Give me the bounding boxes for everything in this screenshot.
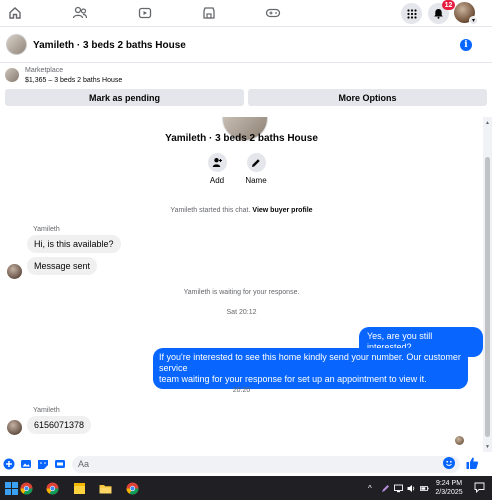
chrome-icon[interactable] bbox=[126, 482, 139, 495]
notification-count-badge: 12 bbox=[442, 0, 455, 10]
windows-taskbar: ^ 9:24 PM 2/3/2025 bbox=[0, 476, 492, 500]
file-explorer-icon[interactable] bbox=[99, 482, 112, 495]
emoji-icon[interactable] bbox=[443, 457, 455, 469]
sender-avatar[interactable] bbox=[7, 264, 22, 279]
friends-icon[interactable] bbox=[71, 4, 89, 22]
chat-title[interactable]: Yamileth · 3 beds 2 baths House bbox=[33, 40, 186, 51]
waiting-notice: Yamileth is waiting for your response. bbox=[183, 289, 300, 296]
outgoing-message-line: team waiting for your response for set u… bbox=[159, 374, 427, 384]
notifications-bell-icon[interactable]: 12 bbox=[428, 0, 455, 24]
chevron-down-icon[interactable]: ▾ bbox=[469, 16, 478, 25]
scroll-up-arrow-icon[interactable]: ▲ bbox=[484, 119, 491, 126]
pencil-icon[interactable] bbox=[246, 153, 266, 172]
listing-price-title[interactable]: $1,365 – 3 beds 2 baths House bbox=[25, 77, 122, 84]
incoming-message[interactable]: Hi, is this available? bbox=[27, 235, 121, 253]
chat-header: Yamileth · 3 beds 2 baths House bbox=[0, 28, 492, 63]
video-icon[interactable] bbox=[136, 4, 154, 22]
seen-indicator-avatar bbox=[455, 436, 464, 445]
network-icon[interactable] bbox=[394, 484, 403, 495]
name-action[interactable]: Name bbox=[236, 153, 276, 185]
gif-icon[interactable] bbox=[54, 458, 66, 470]
timestamp: 20:20 bbox=[232, 387, 251, 394]
add-action[interactable]: Add bbox=[197, 153, 237, 185]
like-thumbs-up-icon[interactable] bbox=[465, 456, 479, 470]
listing-small-thumbnail[interactable] bbox=[5, 68, 19, 82]
message-input[interactable]: Aa bbox=[72, 456, 460, 473]
scroll-down-arrow-icon[interactable]: ▼ bbox=[484, 443, 491, 450]
add-person-icon[interactable] bbox=[207, 153, 227, 172]
listing-thumbnail[interactable] bbox=[6, 34, 27, 55]
tray-chevron-up-icon[interactable]: ^ bbox=[368, 484, 372, 493]
sender-name: Yamileth bbox=[33, 226, 60, 233]
chrome-icon[interactable] bbox=[20, 482, 33, 495]
notification-center-icon[interactable] bbox=[474, 482, 485, 495]
conversation-scrollbar[interactable]: ▲ ▼ bbox=[483, 117, 492, 452]
profile-name: Yamileth · 3 beds 2 baths House bbox=[165, 133, 318, 144]
add-label: Add bbox=[209, 176, 225, 185]
chat-started-notice: Yamileth started this chat. View buyer p… bbox=[0, 207, 483, 214]
gaming-icon[interactable] bbox=[264, 4, 282, 22]
sticky-notes-icon[interactable] bbox=[73, 482, 86, 495]
view-buyer-profile-link[interactable]: View buyer profile bbox=[252, 207, 312, 214]
clock-time: 9:24 PM bbox=[435, 480, 463, 487]
top-navigation: 12 ▾ bbox=[0, 0, 492, 27]
marketplace-listing-bar: Marketplace $1,365 – 3 beds 2 baths Hous… bbox=[0, 64, 492, 116]
windows-start-icon[interactable] bbox=[5, 482, 18, 495]
sender-name: Yamileth bbox=[33, 407, 60, 414]
info-icon[interactable]: i bbox=[460, 39, 472, 51]
clock-date: 2/3/2025 bbox=[435, 489, 463, 496]
name-label: Name bbox=[245, 176, 267, 185]
conversation-area: Yamileth · 3 beds 2 baths House Add Name… bbox=[0, 117, 483, 452]
more-options-button[interactable]: More Options bbox=[248, 89, 487, 106]
volume-icon[interactable] bbox=[407, 484, 416, 495]
chat-started-text: Yamileth started this chat. bbox=[170, 207, 251, 214]
sender-avatar[interactable] bbox=[7, 420, 22, 435]
plus-icon[interactable] bbox=[3, 458, 15, 470]
marketplace-label: Marketplace bbox=[25, 67, 64, 74]
sticker-icon[interactable] bbox=[37, 458, 49, 470]
home-icon[interactable] bbox=[6, 4, 24, 22]
timestamp: Sat 20:12 bbox=[226, 309, 257, 316]
marketplace-icon[interactable] bbox=[200, 4, 218, 22]
pen-icon[interactable] bbox=[381, 484, 390, 495]
mark-as-pending-button[interactable]: Mark as pending bbox=[5, 89, 244, 106]
incoming-message[interactable]: 6156071378 bbox=[27, 416, 92, 434]
chrome-icon[interactable] bbox=[46, 482, 59, 495]
scrollbar-thumb[interactable] bbox=[485, 157, 490, 437]
incoming-message[interactable]: Message sent bbox=[27, 257, 98, 275]
battery-icon[interactable] bbox=[420, 484, 429, 495]
system-clock[interactable]: 9:24 PM 2/3/2025 bbox=[434, 479, 464, 497]
outgoing-message-long[interactable]: If you're interested to see this home ki… bbox=[153, 348, 468, 389]
photo-icon[interactable] bbox=[20, 458, 32, 470]
menu-grid-icon[interactable] bbox=[401, 3, 422, 24]
outgoing-message-line: If you're interested to see this home ki… bbox=[159, 352, 461, 373]
message-composer: Aa bbox=[0, 452, 492, 476]
